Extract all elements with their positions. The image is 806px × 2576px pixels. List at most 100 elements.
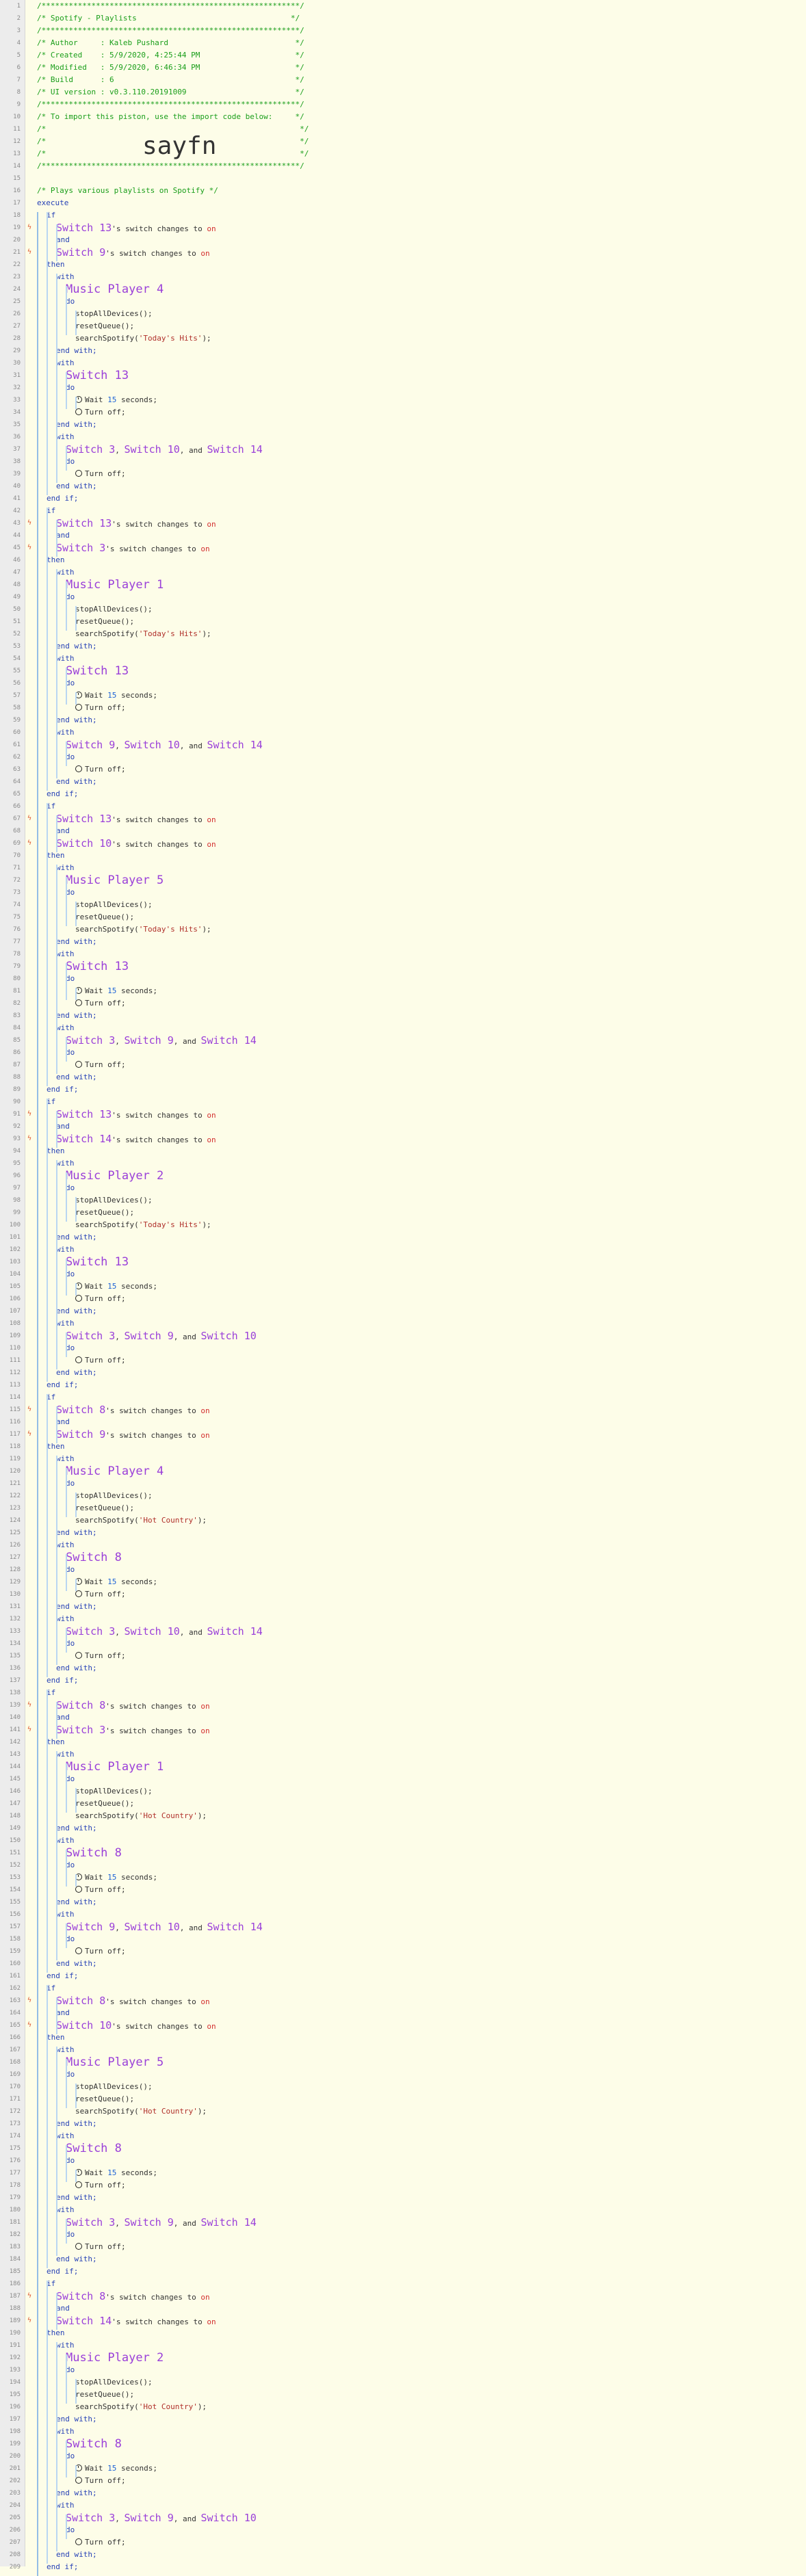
code-text[interactable]: end if;	[47, 1379, 78, 1391]
code-text[interactable]: with	[56, 1748, 75, 1761]
code-text[interactable]: end with;	[56, 1010, 97, 1022]
code-text[interactable]: and	[56, 1416, 70, 1428]
device-name[interactable]: Music Player 2	[66, 2351, 164, 2365]
code-text[interactable]: Turn off;	[75, 2241, 126, 2253]
code-text[interactable]: Switch 8	[66, 1847, 122, 1861]
code-text[interactable]: searchSpotify('Hot Country');	[75, 2401, 207, 2413]
code-text[interactable]: end with;	[56, 1071, 97, 1083]
code-text[interactable]: /***************************************…	[37, 25, 304, 37]
code-text[interactable]: stopAllDevices();	[75, 1194, 153, 1207]
device-name[interactable]: Music Player 4	[66, 282, 164, 296]
code-text[interactable]: with	[56, 2044, 75, 2056]
code-text[interactable]: with	[56, 2339, 75, 2352]
code-text[interactable]: Turn off;	[75, 2475, 126, 2487]
code-text[interactable]: end with;	[56, 2487, 97, 2499]
device-name[interactable]: Switch 13	[66, 960, 129, 973]
code-text[interactable]: Music Player 5	[66, 874, 164, 888]
device-name[interactable]: Switch 10	[125, 443, 180, 456]
device-name[interactable]: Switch 10	[56, 837, 112, 850]
code-text[interactable]: Switch 13's switch changes to on	[56, 517, 216, 531]
code-text[interactable]: with	[56, 726, 75, 739]
code-text[interactable]: resetQueue();	[75, 911, 134, 923]
device-name[interactable]: Music Player 1	[66, 1760, 164, 1774]
code-text[interactable]: /* Spotify - Playlists */	[37, 12, 300, 25]
code-text[interactable]: stopAllDevices();	[75, 308, 153, 320]
code-text[interactable]: Music Player 4	[66, 283, 164, 297]
device-name[interactable]: Switch 13	[56, 1108, 112, 1120]
code-text[interactable]: Switch 8	[66, 2142, 122, 2156]
code-text[interactable]: end with;	[56, 1231, 97, 1244]
code-text[interactable]: Switch 3, Switch 9, and Switch 10	[66, 2512, 257, 2525]
code-text[interactable]: Switch 14's switch changes to on	[56, 1133, 216, 1146]
code-text[interactable]: /* To import this piston, use the import…	[37, 111, 304, 123]
code-text[interactable]: searchSpotify('Hot Country');	[75, 1514, 207, 1527]
code-text[interactable]: Switch 9's switch changes to on	[56, 1428, 210, 1442]
code-text[interactable]: with	[56, 862, 75, 874]
code-text[interactable]: end with;	[56, 1822, 97, 1835]
device-name[interactable]: Switch 13	[66, 1255, 129, 1269]
code-text[interactable]: with	[56, 431, 75, 443]
code-text[interactable]: with	[56, 1244, 75, 1256]
code-text[interactable]: end if;	[47, 492, 78, 505]
code-text[interactable]: with	[56, 271, 75, 283]
code-text[interactable]: Turn off;	[75, 1059, 126, 1071]
code-text[interactable]: searchSpotify('Hot Country');	[75, 2105, 207, 2118]
code-text[interactable]: Turn off;	[75, 997, 126, 1010]
code-text[interactable]: Switch 9's switch changes to on	[56, 246, 210, 260]
code-text[interactable]: end if;	[47, 2561, 78, 2573]
code-text[interactable]: end if;	[47, 1083, 78, 1096]
code-text[interactable]: Switch 8	[66, 1551, 122, 1565]
code-text[interactable]: end with;	[56, 776, 97, 788]
code-text[interactable]: searchSpotify('Today's Hits');	[75, 332, 211, 345]
code-text[interactable]: /* Author : Kaleb Pushard */	[37, 37, 304, 49]
code-text[interactable]: stopAllDevices();	[75, 2081, 153, 2093]
device-name[interactable]: Music Player 5	[66, 873, 164, 887]
device-name[interactable]: Switch 14	[207, 1921, 263, 1933]
code-text[interactable]: with	[56, 1908, 75, 1921]
code-text[interactable]: with	[56, 1539, 75, 1551]
device-name[interactable]: Switch 14	[207, 443, 263, 456]
device-name[interactable]: Switch 14	[201, 2216, 257, 2229]
code-text[interactable]: end with;	[56, 2253, 97, 2265]
code-text[interactable]: stopAllDevices();	[75, 899, 153, 911]
code-text[interactable]: searchSpotify('Today's Hits');	[75, 628, 211, 640]
code-text[interactable]: resetQueue();	[75, 1207, 134, 1219]
code-text[interactable]: Switch 14's switch changes to on	[56, 2315, 216, 2328]
code-text[interactable]: end with;	[56, 640, 97, 653]
device-name[interactable]: Switch 10	[125, 1625, 180, 1638]
code-text[interactable]: Switch 3, Switch 10, and Switch 14	[66, 1625, 263, 1639]
code-text[interactable]: and	[56, 825, 70, 837]
device-name[interactable]: Music Player 4	[66, 1464, 164, 1478]
code-text[interactable]: Switch 13's switch changes to on	[56, 813, 216, 826]
code-text[interactable]: end with;	[56, 419, 97, 431]
code-text[interactable]: with	[56, 1317, 75, 1330]
code-text[interactable]: with	[56, 653, 75, 665]
code-text[interactable]: Switch 13	[66, 1256, 129, 1270]
code-text[interactable]: and	[56, 2302, 70, 2315]
code-text[interactable]: end if;	[47, 2265, 78, 2278]
device-name[interactable]: Switch 10	[125, 1921, 180, 1933]
code-text[interactable]: end with;	[56, 1958, 97, 1970]
code-text[interactable]: end with;	[56, 936, 97, 948]
code-text[interactable]: /***************************************…	[37, 0, 304, 12]
code-text[interactable]: with	[56, 2426, 75, 2438]
code-text[interactable]: resetQueue();	[75, 320, 134, 332]
code-text[interactable]: Switch 13's switch changes to on	[56, 1108, 216, 1122]
code-text[interactable]: Music Player 2	[66, 2352, 164, 2365]
device-name[interactable]: Music Player 2	[66, 1169, 164, 1183]
code-text[interactable]: resetQueue();	[75, 616, 134, 628]
code-text[interactable]: and	[56, 1120, 70, 1133]
code-text[interactable]: with	[56, 2499, 75, 2512]
device-name[interactable]: Switch 9	[56, 1428, 105, 1441]
code-text[interactable]: end with;	[56, 345, 97, 357]
code-text[interactable]: resetQueue();	[75, 1502, 134, 1514]
code-text[interactable]: with	[56, 1453, 75, 1465]
device-name[interactable]: Switch 10	[201, 2512, 257, 2524]
code-text[interactable]: searchSpotify('Hot Country');	[75, 1810, 207, 1822]
device-name[interactable]: Switch 3	[66, 1330, 115, 1342]
code-text[interactable]: stopAllDevices();	[75, 2376, 153, 2389]
device-name[interactable]: Switch 9	[66, 1921, 115, 1933]
code-text[interactable]: with	[56, 1022, 75, 1034]
device-name[interactable]: Switch 10	[56, 2019, 112, 2032]
code-text[interactable]: Switch 9, Switch 10, and Switch 14	[66, 739, 263, 752]
